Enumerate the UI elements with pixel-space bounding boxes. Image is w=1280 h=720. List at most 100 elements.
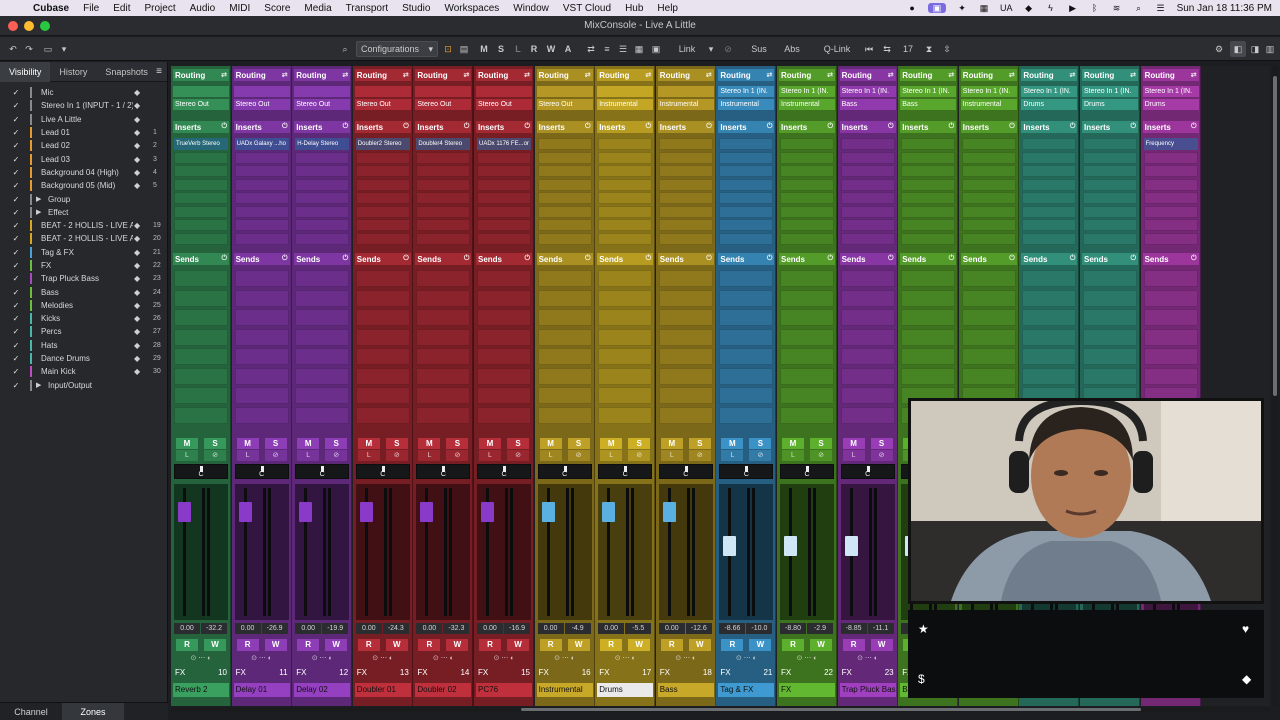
output-routing[interactable]: Stereo Out (233, 99, 290, 110)
routing-toggle-icon[interactable]: ⇄ (585, 71, 591, 79)
write-automation-button[interactable]: W (810, 639, 832, 651)
visibility-checkbox[interactable]: ✓ (12, 141, 20, 150)
send-slot[interactable] (295, 406, 350, 424)
send-slot[interactable] (961, 367, 1016, 385)
waveform-icon[interactable]: ▦ (978, 3, 990, 13)
insert-slot[interactable] (174, 151, 228, 164)
send-slot[interactable] (416, 289, 471, 307)
peak-value[interactable]: -2.9 (807, 623, 833, 634)
send-slot[interactable] (840, 406, 895, 424)
send-slot[interactable] (598, 367, 653, 385)
control-center-icon[interactable]: ☰ (1155, 3, 1167, 13)
channel-name[interactable]: PC76 (476, 683, 532, 697)
sends-header[interactable]: Sends ⏻ (839, 253, 896, 265)
send-slot[interactable] (416, 348, 471, 365)
tab-history[interactable]: History (50, 62, 96, 82)
filter-search-icon[interactable]: ⌕ (338, 41, 352, 57)
peak-value[interactable]: -19.9 (322, 623, 349, 634)
sends-power-icon[interactable]: ⏻ (1191, 255, 1197, 263)
insert-slot[interactable] (598, 219, 653, 231)
insert-slot[interactable] (537, 232, 592, 245)
routing-header[interactable]: Routing ⇄ (233, 69, 290, 81)
send-slot[interactable] (658, 270, 713, 287)
sends-header[interactable]: Sends ⏻ (1082, 253, 1138, 265)
send-slot[interactable] (598, 328, 653, 346)
insert-slot[interactable] (598, 192, 653, 204)
routing-toggle-icon[interactable]: ⇄ (827, 71, 833, 79)
send-slot[interactable] (719, 406, 774, 424)
inserts-power-icon[interactable]: ⏻ (221, 123, 227, 131)
zone-pin-icon[interactable]: ◆ (134, 115, 140, 124)
send-slot[interactable] (355, 289, 410, 307)
write-automation-button[interactable]: W (567, 639, 590, 651)
sends-power-icon[interactable]: ⏻ (343, 255, 349, 263)
insert-slot[interactable] (1083, 192, 1137, 204)
routing-toggle-icon[interactable]: ⇄ (1191, 71, 1197, 79)
insert-slot[interactable] (658, 205, 713, 218)
configurations-select[interactable]: Configurations ▾ (356, 41, 438, 57)
channel-name[interactable]: Doubler 01 (354, 683, 411, 697)
listen-button[interactable]: L (297, 450, 320, 461)
write-automation-button[interactable]: W (870, 639, 893, 651)
visibility-row[interactable]: ✓ Mic ◆ (0, 86, 167, 99)
send-slot[interactable] (598, 289, 653, 307)
insert-slot[interactable] (477, 232, 531, 245)
send-slot[interactable] (1083, 309, 1137, 326)
read-automation-button[interactable]: R (660, 639, 683, 651)
inserts-power-icon[interactable]: ⏻ (585, 123, 591, 131)
sus-button[interactable]: Sus (747, 41, 771, 57)
routing-header[interactable]: Routing ⇄ (597, 69, 654, 81)
sends-header[interactable]: Sends ⏻ (960, 253, 1017, 265)
peak-value[interactable]: -16.9 (504, 623, 530, 634)
sends-header[interactable]: Sends ⏻ (1021, 253, 1078, 265)
insert-slot[interactable] (355, 205, 410, 218)
insert-slot[interactable] (598, 138, 653, 150)
send-slot[interactable] (174, 348, 228, 365)
send-slot[interactable] (295, 309, 350, 326)
insert-slot[interactable] (416, 232, 471, 245)
send-slot[interactable] (658, 328, 713, 346)
mute-button[interactable]: M (721, 438, 744, 449)
write-automation-button[interactable]: W (204, 639, 226, 651)
input-routing[interactable] (294, 86, 351, 97)
output-routing[interactable]: Instrumental (657, 99, 714, 110)
inserts-power-icon[interactable]: ⏻ (949, 123, 955, 131)
insert-slot[interactable] (961, 138, 1016, 150)
inserts-header[interactable]: Inserts ⏻ (718, 121, 775, 133)
output-routing[interactable]: Drums (1142, 99, 1199, 110)
visibility-checkbox[interactable]: ✓ (12, 288, 20, 297)
insert-slot[interactable] (780, 138, 834, 150)
insert-slot[interactable] (780, 151, 834, 164)
insert-slot[interactable] (295, 165, 350, 177)
visibility-row[interactable]: ✓ ▶ Input/Output (0, 379, 167, 392)
send-slot[interactable] (1083, 367, 1137, 385)
global-solo-button[interactable]: S (495, 41, 507, 57)
channel-io-icons[interactable]: ⊙ ⋯ ◐ (295, 654, 349, 664)
insert-slot[interactable] (719, 219, 774, 231)
zone-pin-icon[interactable]: ◆ (134, 234, 140, 243)
menu-studio[interactable]: Studio (395, 3, 437, 14)
inserts-header[interactable]: Inserts ⏻ (657, 121, 714, 133)
insert-slot[interactable] (780, 192, 834, 204)
volume-fader-handle[interactable] (299, 502, 313, 522)
zone-pin-icon[interactable]: ◆ (134, 88, 140, 97)
screen-share-icon[interactable]: ▣ (928, 3, 947, 13)
send-slot[interactable] (477, 348, 531, 365)
insert-slot[interactable] (416, 192, 471, 204)
insert-slot[interactable] (416, 151, 471, 164)
insert-slot[interactable] (295, 205, 350, 218)
vertical-scroll-thumb[interactable] (1273, 76, 1277, 396)
output-routing[interactable]: Stereo Out (536, 99, 593, 110)
send-slot[interactable] (901, 289, 956, 307)
inserts-header[interactable]: Inserts ⏻ (597, 121, 654, 133)
input-routing[interactable] (597, 86, 654, 97)
insert-slot[interactable] (719, 151, 774, 164)
insert-slot[interactable] (1143, 151, 1198, 164)
visibility-checkbox[interactable]: ✓ (12, 88, 20, 97)
routing-toggle-icon[interactable]: ⇄ (524, 71, 530, 79)
wifi-icon[interactable]: ≋ (1111, 3, 1123, 13)
insert-slot[interactable] (901, 138, 956, 150)
visibility-row[interactable]: ✓ Tag & FX ◆ 21 (0, 246, 167, 259)
insert-slot[interactable] (234, 192, 289, 204)
mute-button[interactable]: M (418, 438, 441, 449)
